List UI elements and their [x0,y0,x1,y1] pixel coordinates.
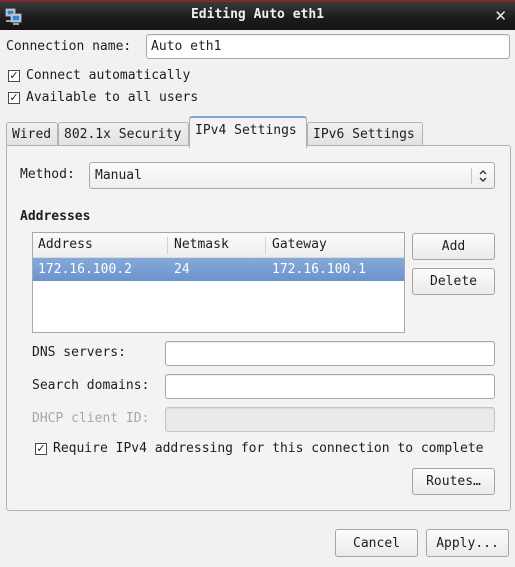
apply-button[interactable]: Apply... [426,529,509,557]
column-header-gateway[interactable]: Gateway [272,237,327,252]
search-domains-input[interactable] [165,374,495,399]
column-header-netmask[interactable]: Netmask [174,237,229,252]
available-all-users-label: Available to all users [26,90,199,105]
combo-separator [471,168,472,184]
title-bar: Editing Auto eth1 ✕ [0,0,515,30]
method-value: Manual [95,168,142,183]
method-label: Method: [20,167,75,182]
dhcp-client-id-input [165,407,495,432]
routes-button[interactable]: Routes… [412,468,495,495]
table-row[interactable]: 172.16.100.2 24 172.16.100.1 [33,258,404,281]
checkbox-checked-icon: ✓ [8,68,20,82]
addresses-heading: Addresses [20,209,91,224]
connection-name-input[interactable] [146,34,510,59]
column-divider [167,237,168,254]
connect-automatically-checkbox[interactable]: ✓ Connect automatically [8,68,190,83]
tab-ipv4-settings[interactable]: IPv4 Settings [189,116,307,148]
table-header: Address Netmask Gateway [33,233,404,258]
require-ipv4-label: Require IPv4 addressing for this connect… [53,441,484,456]
column-header-address[interactable]: Address [38,237,93,252]
cell-gateway: 172.16.100.1 [272,262,366,277]
close-icon[interactable]: ✕ [494,7,507,25]
add-address-button[interactable]: Add [412,233,495,260]
dns-servers-label: DNS servers: [32,345,126,360]
search-domains-label: Search domains: [32,378,150,393]
addresses-table[interactable]: Address Netmask Gateway 172.16.100.2 24 … [32,232,405,333]
delete-address-button[interactable]: Delete [412,268,495,295]
checkbox-checked-icon: ✓ [8,90,20,104]
cell-address: 172.16.100.2 [38,262,132,277]
dns-servers-input[interactable] [165,341,495,366]
checkbox-checked-icon: ✓ [35,441,47,455]
cell-netmask: 24 [174,262,190,277]
dhcp-client-id-label: DHCP client ID: [32,411,150,426]
method-select[interactable]: Manual [89,162,495,189]
connection-name-label: Connection name: [6,39,132,54]
connect-automatically-label: Connect automatically [26,68,191,83]
edit-connection-dialog: Editing Auto eth1 ✕ Connection name: ✓ C… [0,0,515,567]
require-ipv4-checkbox[interactable]: ✓ Require IPv4 addressing for this conne… [35,441,483,456]
available-all-users-checkbox[interactable]: ✓ Available to all users [8,90,198,105]
up-down-chevron-icon [479,170,487,182]
cancel-button[interactable]: Cancel [335,529,418,557]
column-divider [265,237,266,254]
window-title: Editing Auto eth1 [190,7,325,22]
